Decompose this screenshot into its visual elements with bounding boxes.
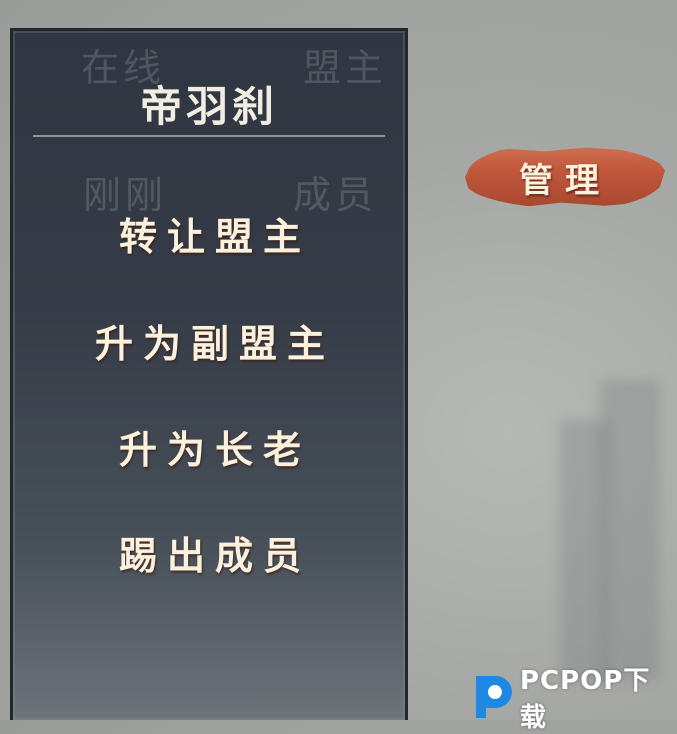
player-name: 帝羽刹 xyxy=(139,82,278,131)
watermark: PCPOP下载 xyxy=(470,660,677,734)
kick-member-button[interactable]: 踢出成员 xyxy=(70,518,360,586)
watermark-text: PCPOP下载 xyxy=(519,666,651,733)
pcpop-logo-icon xyxy=(475,676,512,718)
member-action-panel: 在线 盟主 帝羽刹 刚刚 成员 xyxy=(10,28,408,720)
divider xyxy=(33,135,385,137)
transfer-leader-button[interactable]: 转让盟主 xyxy=(70,199,360,267)
background-silhouette xyxy=(600,380,660,680)
manage-button[interactable]: 管理 xyxy=(465,145,665,209)
promote-vice-leader-button[interactable]: 升为副盟主 xyxy=(70,306,360,374)
promote-elder-button[interactable]: 升为长老 xyxy=(70,412,360,480)
